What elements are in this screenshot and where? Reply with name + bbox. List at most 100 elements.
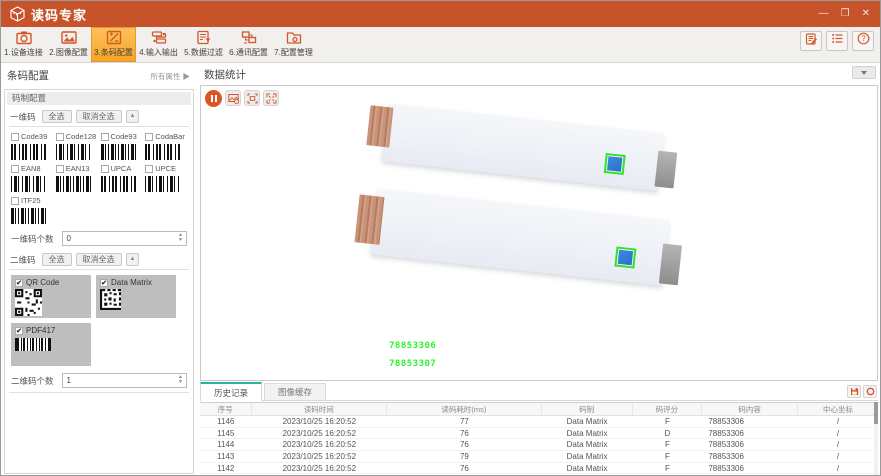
fullscreen-icon [266,93,277,104]
toolbar-button-io[interactable]: 4.输入输出 [136,27,181,62]
two-d-deselect-all-button[interactable]: 取消全选 [76,253,122,266]
toolbar-button-config-manage[interactable]: 7.配置管理 [271,27,316,62]
two-d-select-all-button[interactable]: 全选 [42,253,72,266]
all-properties-link[interactable]: 所有属性 ▶ [150,71,190,82]
column-header: 码评分 [633,403,703,415]
table-row[interactable]: 11452023/10/25 16:20:5276Data MatrixD788… [200,428,878,440]
checkbox-codabar[interactable] [145,133,153,141]
barcode-sample-itf25 [11,208,47,224]
column-header: 序号 [200,403,252,415]
checkbox-code93[interactable] [101,133,109,141]
detection-box [614,246,636,268]
scrollbar-thumb[interactable] [874,402,878,424]
left-panel-header: 条码配置 所有属性 ▶ [1,63,197,87]
fullscreen-button[interactable] [263,90,279,106]
minimize-icon[interactable]: — [819,9,829,19]
app-window: 读码专家 — ❐ ✕ 1.设备连接2.图像配置3.条码配置4.输入输出5.数据过… [0,0,881,476]
tab--[interactable]: 图像缓存 [264,383,326,400]
export-button[interactable] [847,385,861,398]
toolbar-button-image[interactable]: 2.图像配置 [46,27,91,62]
checkbox-upca[interactable] [101,165,109,173]
left-panel-title: 条码配置 [7,68,49,83]
two-d-count-stepper[interactable]: 1 ▲▼ [62,373,187,388]
table-cell: Data Matrix [542,463,633,474]
divider [9,392,189,393]
barcode-type-label: QR Code [26,278,59,287]
table-row[interactable]: 11462023/10/25 16:20:5277Data MatrixF788… [200,416,878,428]
table-row[interactable]: 11412023/10/25 16:20:5276Data MatrixF788… [200,474,878,475]
help-button[interactable]: ? [852,31,874,51]
checkbox-upce[interactable] [145,165,153,173]
fit-view-button[interactable] [244,90,260,106]
table-cell: 2023/10/25 16:20:52 [252,428,388,439]
one-d-select-all-button[interactable]: 全选 [42,110,72,123]
pause-button[interactable] [205,90,222,107]
right-panel-header: 数据统计 [197,63,881,85]
table-cell: 2023/10/25 16:20:52 [252,474,388,475]
barcode-type-data-matrix[interactable]: ✔Data Matrix [96,275,176,318]
toolbar-items: 1.设备连接2.图像配置3.条码配置4.输入输出5.数据过滤6.通讯配置7.配置… [1,27,316,62]
table-row[interactable]: 11432023/10/25 16:20:5279Data MatrixF788… [200,451,878,463]
close-icon[interactable]: ✕ [862,9,870,19]
toolbar-button-camera[interactable]: 1.设备连接 [1,27,46,62]
image-toolbar [205,90,279,107]
history-table[interactable]: 序号读码时间读码耗时(ms)码制码评分码内容中心坐标 11462023/10/2… [200,402,878,475]
column-header: 中心坐标 [798,403,878,415]
table-cell: / [798,439,878,450]
checkbox-ean13[interactable] [56,165,64,173]
one-d-deselect-all-button[interactable]: 取消全选 [76,110,122,123]
table-scrollbar[interactable] [874,402,878,475]
toolbar-button-barcode-config[interactable]: 3.条码配置 [91,27,136,62]
table-cell: 78853306 [702,428,798,439]
two-d-collapse-button[interactable]: ▲ [126,253,140,266]
table-cell: 77 [387,416,542,427]
spin-down-icon[interactable]: ▼ [178,380,183,384]
two-d-count-value: 1 [63,374,186,388]
one-d-collapse-button[interactable]: ▲ [126,110,140,123]
stepper-arrows[interactable]: ▲▼ [178,233,183,242]
image-save-button[interactable] [225,90,241,106]
checkbox-ean8[interactable] [11,165,19,173]
table-cell: 1141 [200,474,252,475]
barcode-type-label: Code39 [21,132,47,141]
toolbar-right-buttons: ? [800,31,874,51]
checkbox-qr-code[interactable]: ✔ [15,279,23,287]
checkbox-code128[interactable] [56,133,64,141]
app-title: 读码专家 [31,5,87,24]
list-button[interactable] [826,31,848,51]
one-d-count-stepper[interactable]: 0 ▲▼ [62,231,187,246]
checkbox-data-matrix[interactable]: ✔ [100,279,108,287]
panel-collapse-button[interactable] [852,66,876,79]
barcode-type-pdf417[interactable]: ✔PDF417 [11,323,91,366]
live-image-view[interactable]: 7885330678853307 [200,85,878,381]
detection-result-text: 78853307 [389,359,436,369]
table-cell: 76 [387,439,542,450]
table-cell: Data Matrix [542,439,633,450]
report-button[interactable] [800,31,822,51]
two-d-count-row: 二维码个数 1 ▲▼ [5,368,193,392]
table-row[interactable]: 11422023/10/25 16:20:5276Data MatrixF788… [200,463,878,475]
toolbar-button-comm-config[interactable]: 6.通讯配置 [226,27,271,62]
table-cell: F [633,416,703,427]
maximize-icon[interactable]: ❐ [841,9,850,19]
spin-down-icon[interactable]: ▼ [178,238,183,242]
clear-icon [866,387,875,396]
chevron-down-icon [861,71,867,75]
barcode-type-label: Code93 [111,132,137,141]
one-d-barcode-grid: Code39Code128Code93CodaBarEAN8EAN13UPCAU… [5,127,193,226]
checkbox-pdf417[interactable]: ✔ [15,327,23,335]
toolbar-button-data-filter[interactable]: 5.数据过滤 [181,27,226,62]
barcode-config-icon [106,30,122,45]
column-header: 码制 [542,403,633,415]
stepper-arrows[interactable]: ▲▼ [178,375,183,384]
barcode-type-qr-code[interactable]: ✔QR Code [11,275,91,318]
checkbox-itf25[interactable] [11,197,19,205]
titlebar: 读码专家 — ❐ ✕ [1,1,880,27]
gray-tab [659,243,682,285]
tab--[interactable]: 历史记录 [200,382,262,401]
clear-button[interactable] [863,385,877,398]
checkbox-code39[interactable] [11,133,19,141]
table-row[interactable]: 11442023/10/25 16:20:5276Data MatrixF788… [200,439,878,451]
data-filter-icon [196,30,212,45]
toolbar-button-label: 7.配置管理 [274,47,313,58]
